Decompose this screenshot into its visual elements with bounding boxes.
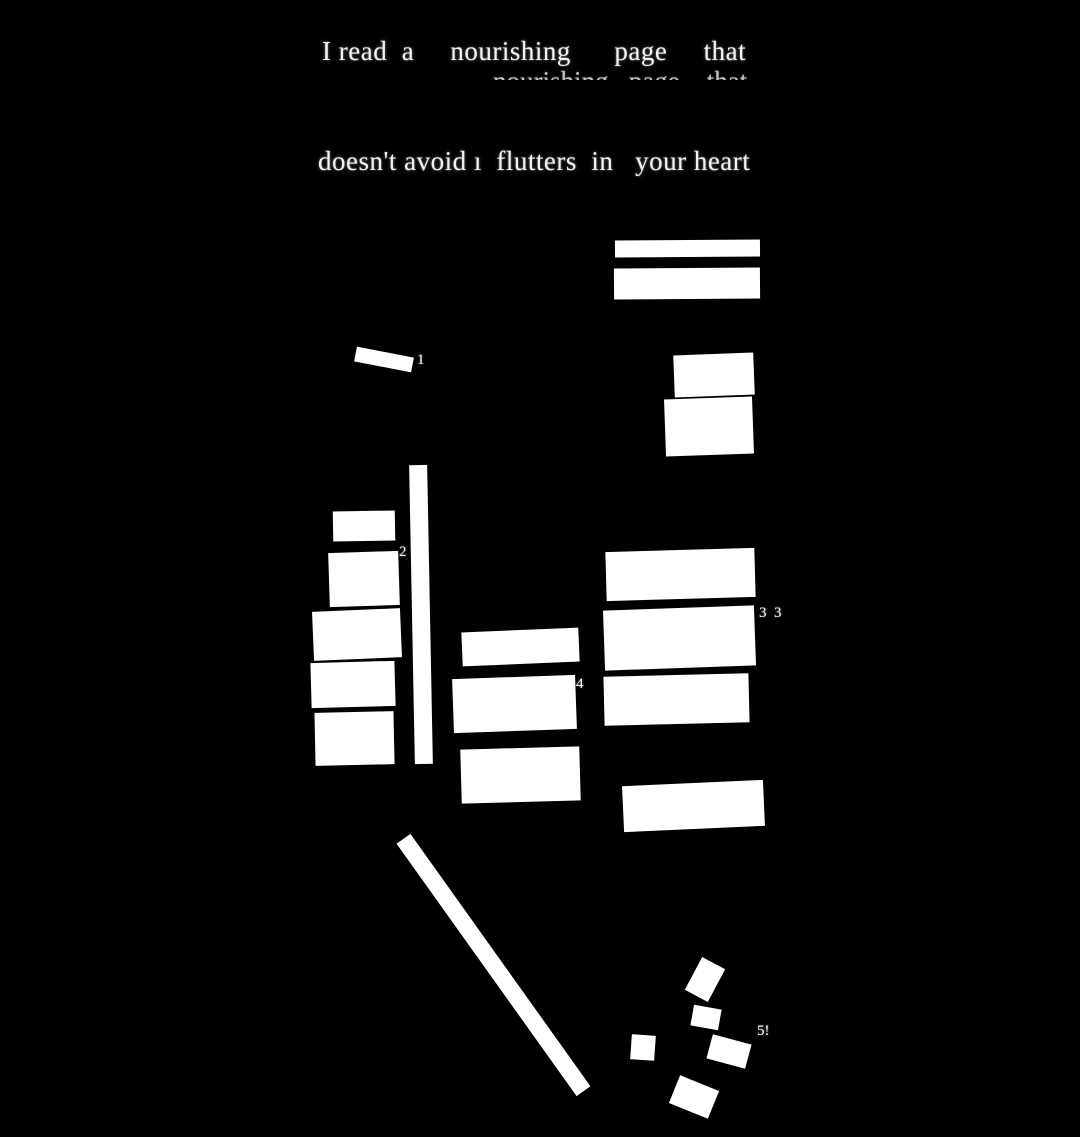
- scatter-fragment-5: [668, 1075, 720, 1119]
- mid-col-block-3: [460, 746, 581, 804]
- lower-right-block: [622, 779, 765, 833]
- scatter-fragment-2: [690, 1004, 722, 1031]
- left-col-block-3: [312, 608, 402, 661]
- clipped-ghost-text: nourishing page that: [493, 66, 747, 80]
- label-3b: 3: [774, 605, 782, 621]
- poem-line-2: doesn't avoid ı flutters in your heart: [318, 146, 751, 176]
- marker-bar-1: [354, 346, 414, 373]
- label-4: 4: [576, 676, 584, 692]
- scatter-fragment-4: [706, 1034, 752, 1069]
- mid-col-block-2: [452, 674, 577, 734]
- scatter-fragment-3: [630, 1034, 656, 1061]
- right-col-block-2: [602, 605, 757, 671]
- top-thin-bar: [614, 239, 761, 258]
- right-col-block-3: [603, 673, 750, 726]
- scatter-fragment-1: [684, 957, 726, 1002]
- long-diagonal-bar: [396, 833, 591, 1097]
- top-thick-bar: [613, 267, 761, 300]
- upper-right-block-b: [664, 396, 754, 457]
- left-col-block-2: [328, 550, 400, 608]
- label-2: 2: [399, 544, 407, 560]
- left-col-block-1: [332, 510, 396, 542]
- document-canvas: I read a nourishing page that nourishing…: [0, 0, 1080, 1137]
- label-1: 1: [417, 352, 425, 368]
- left-col-block-5: [314, 711, 395, 766]
- left-col-block-4: [310, 660, 396, 709]
- label-5: 5!: [757, 1023, 770, 1039]
- right-col-block-1: [605, 547, 756, 602]
- poem-line-1: I read a nourishing page that: [322, 36, 747, 66]
- vertical-divider-bar: [409, 464, 433, 765]
- mid-col-block-1: [461, 627, 580, 667]
- label-3a: 3: [759, 605, 767, 621]
- upper-right-block-a: [673, 352, 755, 398]
